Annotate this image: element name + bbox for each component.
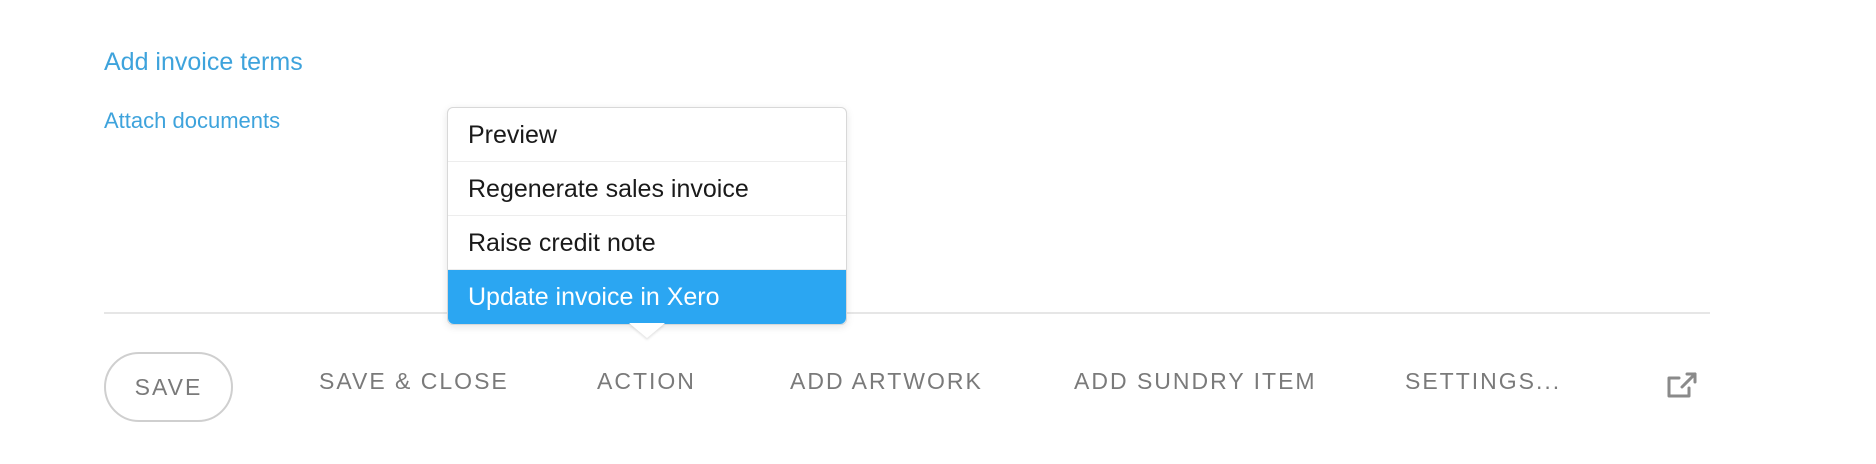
invoice-editor: Add invoice terms Attach documents Previ… — [0, 0, 1876, 464]
menu-item-preview[interactable]: Preview — [448, 108, 846, 162]
menu-item-update-invoice-in-xero[interactable]: Update invoice in Xero — [448, 270, 846, 324]
action-dropdown-menu: Preview Regenerate sales invoice Raise c… — [447, 107, 847, 325]
action-button[interactable]: ACTION — [597, 368, 696, 395]
toolbar-divider — [104, 312, 1710, 314]
attach-documents-link[interactable]: Attach documents — [104, 108, 280, 134]
external-link-icon[interactable] — [1665, 370, 1699, 400]
save-button[interactable]: SAVE — [104, 352, 233, 422]
add-artwork-button[interactable]: ADD ARTWORK — [790, 368, 983, 395]
add-sundry-item-button[interactable]: ADD SUNDRY ITEM — [1074, 368, 1317, 395]
add-invoice-terms-link[interactable]: Add invoice terms — [104, 48, 303, 77]
menu-item-raise-credit-note[interactable]: Raise credit note — [448, 216, 846, 270]
menu-caret — [629, 323, 665, 338]
menu-item-regenerate-sales-invoice[interactable]: Regenerate sales invoice — [448, 162, 846, 216]
save-close-button[interactable]: SAVE & CLOSE — [319, 368, 509, 395]
settings-button[interactable]: SETTINGS... — [1405, 368, 1561, 395]
